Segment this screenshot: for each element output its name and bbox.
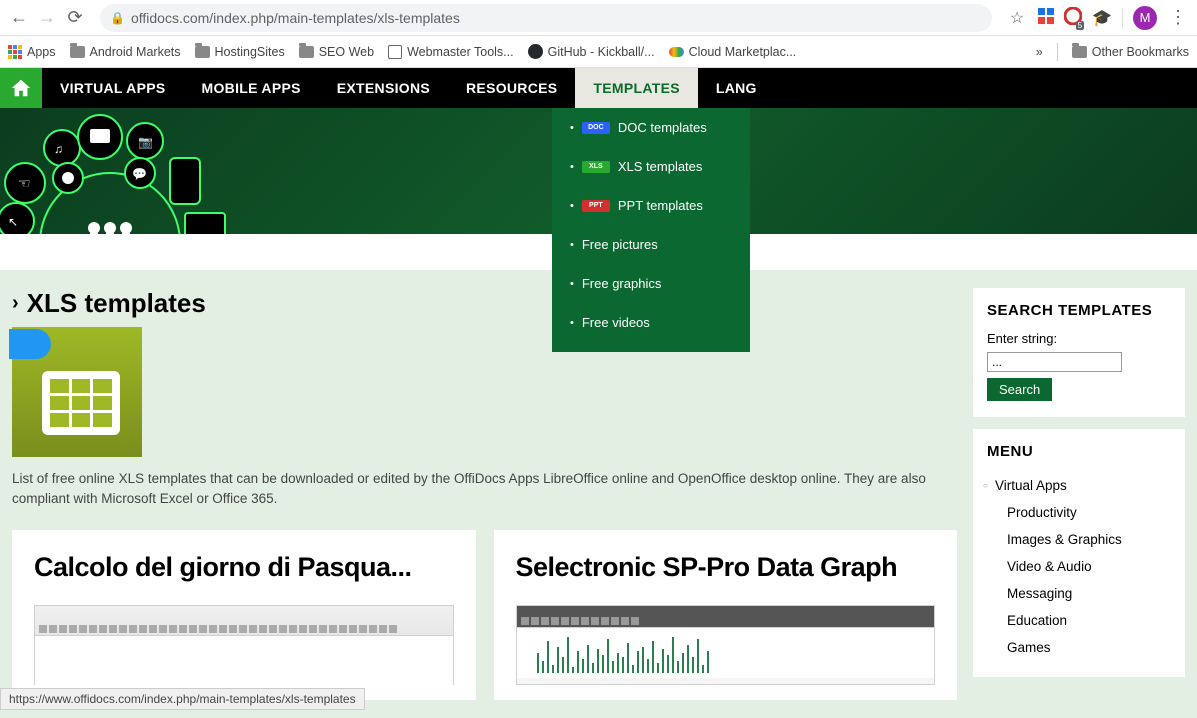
home-button[interactable]	[0, 68, 42, 108]
reload-button[interactable]: ⟳	[64, 7, 86, 29]
menu-item[interactable]: Video & Audio	[987, 553, 1171, 580]
bookmark-item[interactable]: Cloud Marketplac...	[669, 45, 797, 59]
search-templates-panel: SEARCH TEMPLATES Enter string: Search	[973, 288, 1185, 417]
folder-icon	[195, 46, 210, 58]
svg-text:☜: ☜	[18, 175, 31, 191]
bookmark-folder[interactable]: Android Markets	[70, 45, 181, 59]
nav-resources[interactable]: RESOURCES	[448, 68, 575, 108]
templates-dropdown: DOCDOC templates XLSXLS templates PPTPPT…	[552, 108, 750, 352]
lock-icon: 🔒	[110, 11, 125, 25]
nav-lang[interactable]: LANG	[698, 68, 775, 108]
github-icon	[528, 44, 543, 59]
browser-toolbar: ← → ⟳ 🔒 offidocs.com/index.php/main-temp…	[0, 0, 1197, 36]
search-label: Enter string:	[987, 331, 1171, 346]
dropdown-item-xls[interactable]: XLSXLS templates	[552, 147, 750, 186]
bookmarks-overflow[interactable]: »	[1036, 45, 1043, 59]
dropdown-item-graphics[interactable]: Free graphics	[552, 264, 750, 303]
hero-graphic: ☜ ♫ 📷 💬 ↖	[0, 113, 240, 234]
folder-icon	[70, 46, 85, 58]
menu-item[interactable]: Messaging	[987, 580, 1171, 607]
extension-icon[interactable]: 5	[1064, 7, 1082, 28]
svg-text:↖: ↖	[8, 215, 18, 229]
xls-badge-icon: XLS	[582, 161, 610, 173]
menu-item[interactable]: Games	[987, 634, 1171, 661]
dropdown-item-ppt[interactable]: PPTPPT templates	[552, 186, 750, 225]
panel-heading: SEARCH TEMPLATES	[987, 302, 1171, 319]
menu-item-virtual-apps[interactable]: Virtual Apps	[987, 472, 1171, 499]
main-column: › XLS templates List of free online XLS …	[12, 288, 957, 700]
template-card[interactable]: Calcolo del giorno di Pasqua...	[12, 530, 476, 700]
page-title: › XLS templates	[12, 288, 957, 319]
nav-templates[interactable]: TEMPLATES	[575, 68, 697, 108]
bookmark-folder[interactable]: SEO Web	[299, 45, 374, 59]
search-input[interactable]	[987, 352, 1122, 372]
menu-panel: MENU Virtual Apps Productivity Images & …	[973, 429, 1185, 677]
bookmark-item[interactable]: Webmaster Tools...	[388, 45, 514, 59]
doc-badge-icon: DOC	[582, 122, 610, 134]
menu-item[interactable]: Images & Graphics	[987, 526, 1171, 553]
extension-icon[interactable]	[1038, 8, 1054, 27]
card-title: Calcolo del giorno di Pasqua...	[34, 552, 454, 583]
svg-text:♫: ♫	[54, 142, 63, 156]
svg-text:💬: 💬	[132, 167, 147, 181]
nav-extensions[interactable]: EXTENSIONS	[319, 68, 448, 108]
folder-icon	[1072, 46, 1087, 58]
address-bar[interactable]: 🔒 offidocs.com/index.php/main-templates/…	[100, 4, 992, 32]
star-icon[interactable]: ☆	[1006, 7, 1028, 29]
favicon	[669, 47, 684, 57]
panel-heading: MENU	[987, 443, 1171, 460]
dropdown-item-doc[interactable]: DOCDOC templates	[552, 108, 750, 147]
sidebar-column: SEARCH TEMPLATES Enter string: Search ME…	[973, 288, 1185, 677]
favicon	[388, 45, 402, 59]
ppt-badge-icon: PPT	[582, 200, 610, 212]
dropdown-item-videos[interactable]: Free videos	[552, 303, 750, 342]
card-screenshot	[34, 605, 454, 685]
extension-icon[interactable]: 🎓	[1092, 8, 1112, 28]
intro-text: List of free online XLS templates that c…	[12, 469, 957, 510]
back-button[interactable]: ←	[8, 7, 30, 29]
nav-virtual-apps[interactable]: VIRTUAL APPS	[42, 68, 184, 108]
template-card[interactable]: Selectronic SP-Pro Data Graph	[494, 530, 958, 700]
card-screenshot	[516, 605, 936, 685]
apps-shortcut[interactable]: Apps	[8, 45, 56, 59]
menu-item[interactable]: Productivity	[987, 499, 1171, 526]
apps-icon	[8, 45, 22, 59]
toolbar-right: ☆ 5 🎓 M ⋮	[1006, 6, 1189, 30]
xls-templates-image	[12, 327, 142, 457]
bookmark-folder[interactable]: HostingSites	[195, 45, 285, 59]
other-bookmarks[interactable]: Other Bookmarks	[1072, 45, 1189, 59]
site-nav: VIRTUAL APPS MOBILE APPS EXTENSIONS RESO…	[0, 68, 1197, 108]
status-bar: https://www.offidocs.com/index.php/main-…	[0, 688, 365, 710]
bookmarks-bar: Apps Android Markets HostingSites SEO We…	[0, 36, 1197, 68]
card-title: Selectronic SP-Pro Data Graph	[516, 552, 936, 583]
bookmark-item[interactable]: GitHub - Kickball/...	[528, 44, 655, 59]
divider	[1122, 8, 1123, 28]
template-cards: Calcolo del giorno di Pasqua... Selectro…	[12, 530, 957, 700]
dropdown-item-pictures[interactable]: Free pictures	[552, 225, 750, 264]
folder-icon	[299, 46, 314, 58]
menu-item[interactable]: Education	[987, 607, 1171, 634]
nav-mobile-apps[interactable]: MOBILE APPS	[184, 68, 319, 108]
divider	[1057, 43, 1058, 61]
home-icon	[10, 77, 32, 99]
chrome-menu-icon[interactable]: ⋮	[1167, 7, 1189, 29]
forward-button[interactable]: →	[36, 7, 58, 29]
svg-text:📷: 📷	[138, 135, 153, 149]
chevron-right-icon: ›	[12, 292, 19, 315]
search-button[interactable]: Search	[987, 378, 1052, 401]
url-text: offidocs.com/index.php/main-templates/xl…	[131, 10, 460, 26]
profile-avatar[interactable]: M	[1133, 6, 1157, 30]
